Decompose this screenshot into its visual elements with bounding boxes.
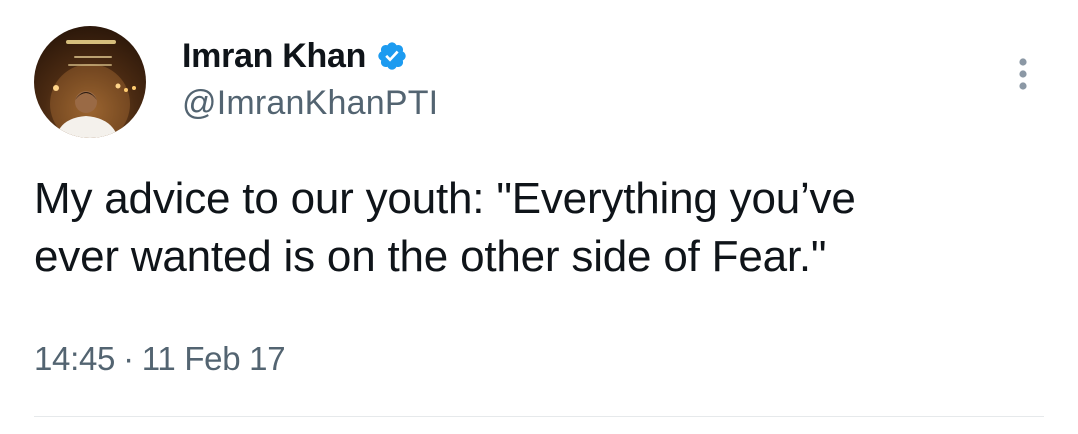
tweet-time: 14:45 <box>34 340 116 377</box>
divider <box>34 416 1044 417</box>
tweet-text: My advice to our youth: "Everything you’… <box>34 174 856 281</box>
avatar[interactable] <box>34 26 146 138</box>
meta-separator: · <box>123 340 134 377</box>
verified-badge-icon[interactable] <box>376 40 408 72</box>
tweet-timestamp[interactable]: 14:45 · 11 Feb 17 <box>34 340 286 378</box>
tweet-date: 11 Feb 17 <box>141 340 286 377</box>
author-name-row: Imran Khan <box>182 36 408 76</box>
profile-photo-icon <box>50 40 136 138</box>
more-options-icon[interactable] <box>1014 56 1032 92</box>
author-display-name[interactable]: Imran Khan <box>182 37 366 76</box>
author-handle[interactable]: @ImranKhanPTI <box>182 84 438 123</box>
tweet-card: Imran Khan @ImranKhanPTI My advice to ou… <box>0 0 1078 434</box>
